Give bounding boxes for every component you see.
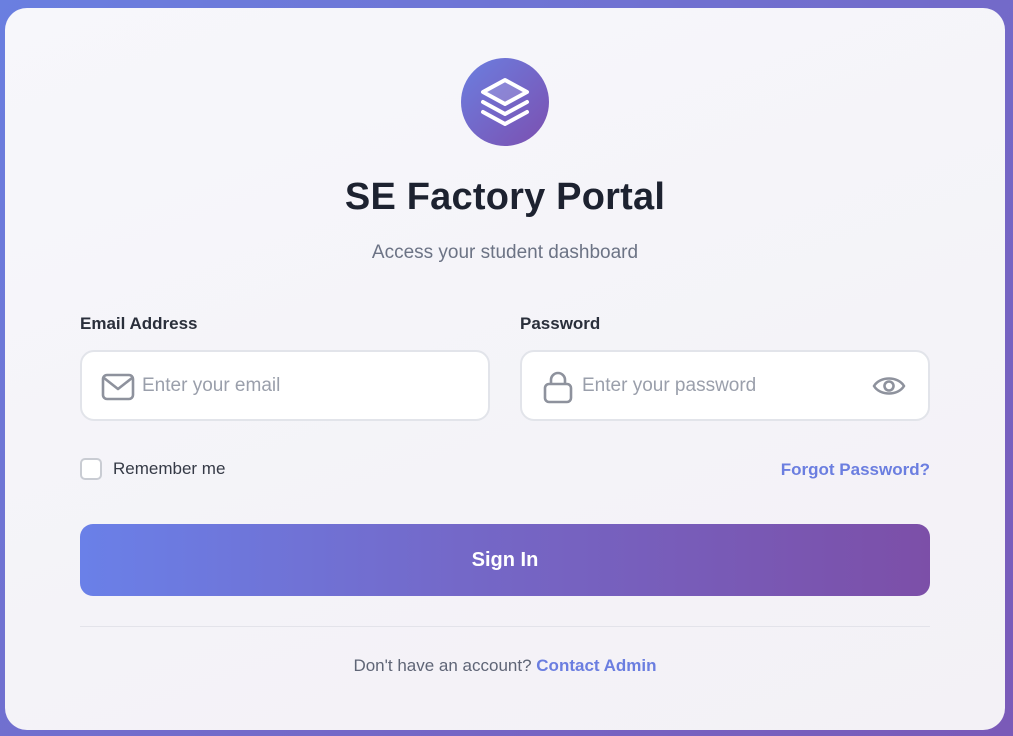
email-input[interactable]	[142, 366, 412, 406]
password-field-box[interactable]	[520, 350, 930, 421]
contact-admin-link[interactable]: Contact Admin	[536, 656, 656, 675]
page-title: SE Factory Portal	[344, 176, 666, 218]
email-label: Email Address	[80, 314, 198, 333]
mail-icon	[100, 370, 136, 404]
signup-prompt: Don't have an account? Contact Admin	[5, 656, 1005, 676]
remember-me-checkbox[interactable]	[80, 458, 102, 480]
email-field-box[interactable]	[80, 350, 490, 421]
signup-prompt-text: Don't have an account?	[353, 656, 532, 675]
forgot-password-link[interactable]: Forgot Password?	[781, 460, 930, 480]
login-card: SE Factory Portal Access your student da…	[5, 8, 1005, 730]
lock-icon	[540, 370, 576, 404]
password-label: Password	[520, 314, 601, 333]
logo-badge	[461, 58, 549, 146]
page-subtitle: Access your student dashboard	[371, 242, 639, 263]
divider	[80, 626, 930, 627]
eye-icon[interactable]	[870, 370, 908, 402]
remember-me-label: Remember me	[113, 459, 226, 478]
sign-in-button[interactable]: Sign In	[80, 524, 930, 596]
remember-me-toggle[interactable]: Remember me	[80, 458, 225, 480]
stacked-layers-icon	[481, 78, 529, 126]
password-input[interactable]	[582, 366, 852, 406]
